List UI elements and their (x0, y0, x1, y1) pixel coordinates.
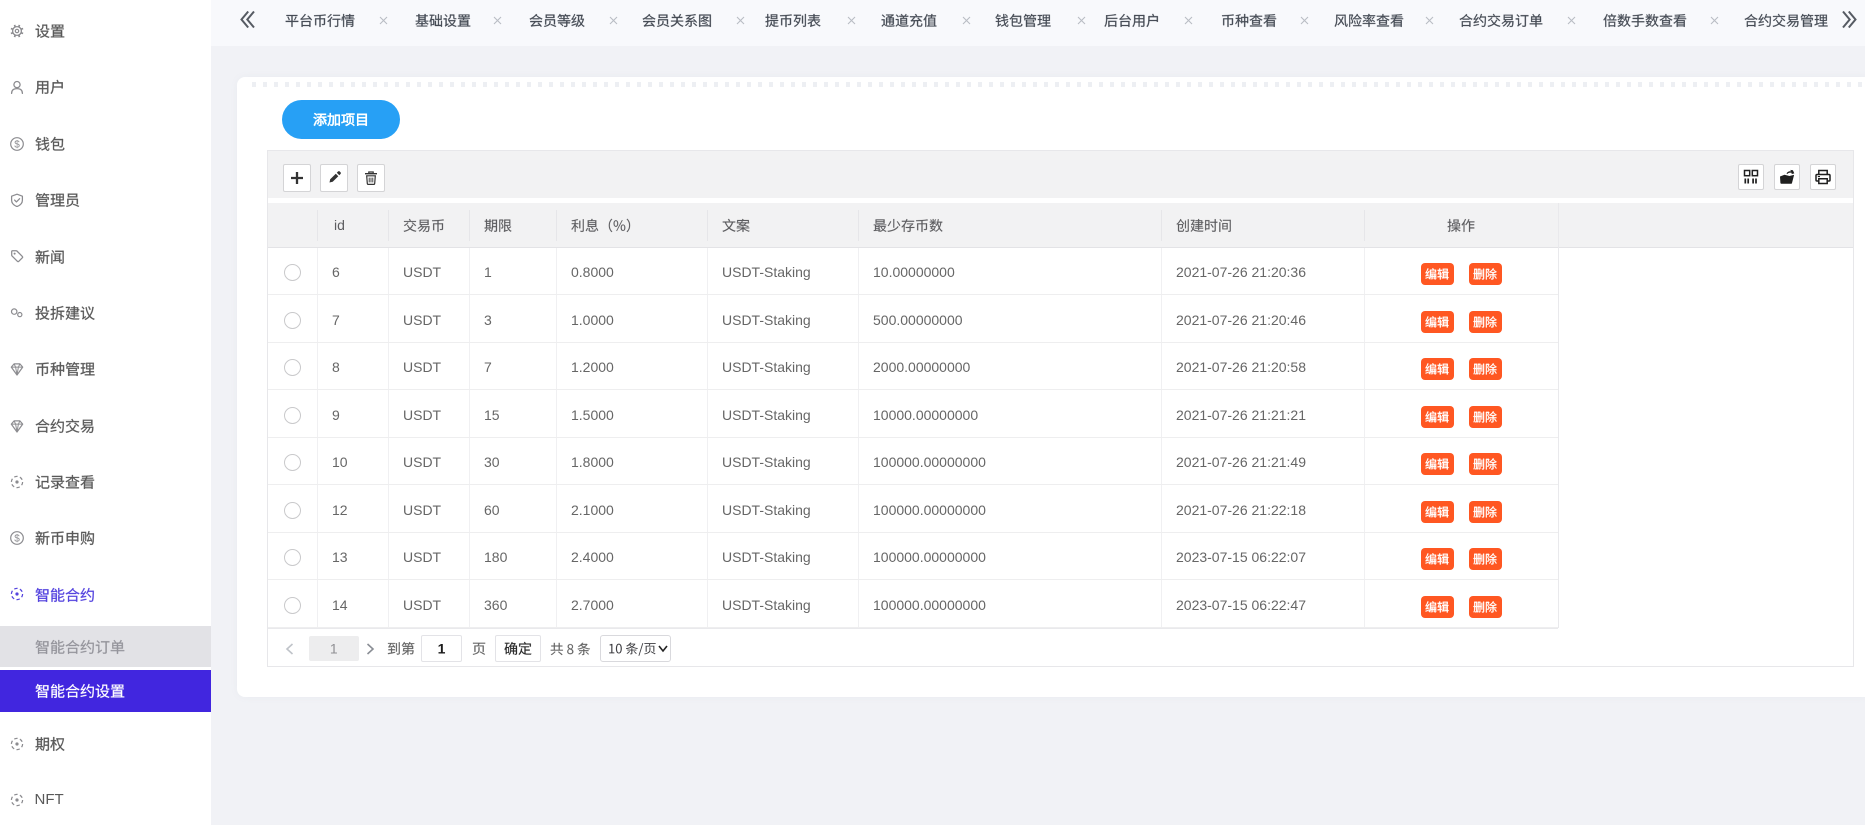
svg-text:$: $ (14, 139, 20, 150)
svg-text:$: $ (14, 533, 20, 544)
